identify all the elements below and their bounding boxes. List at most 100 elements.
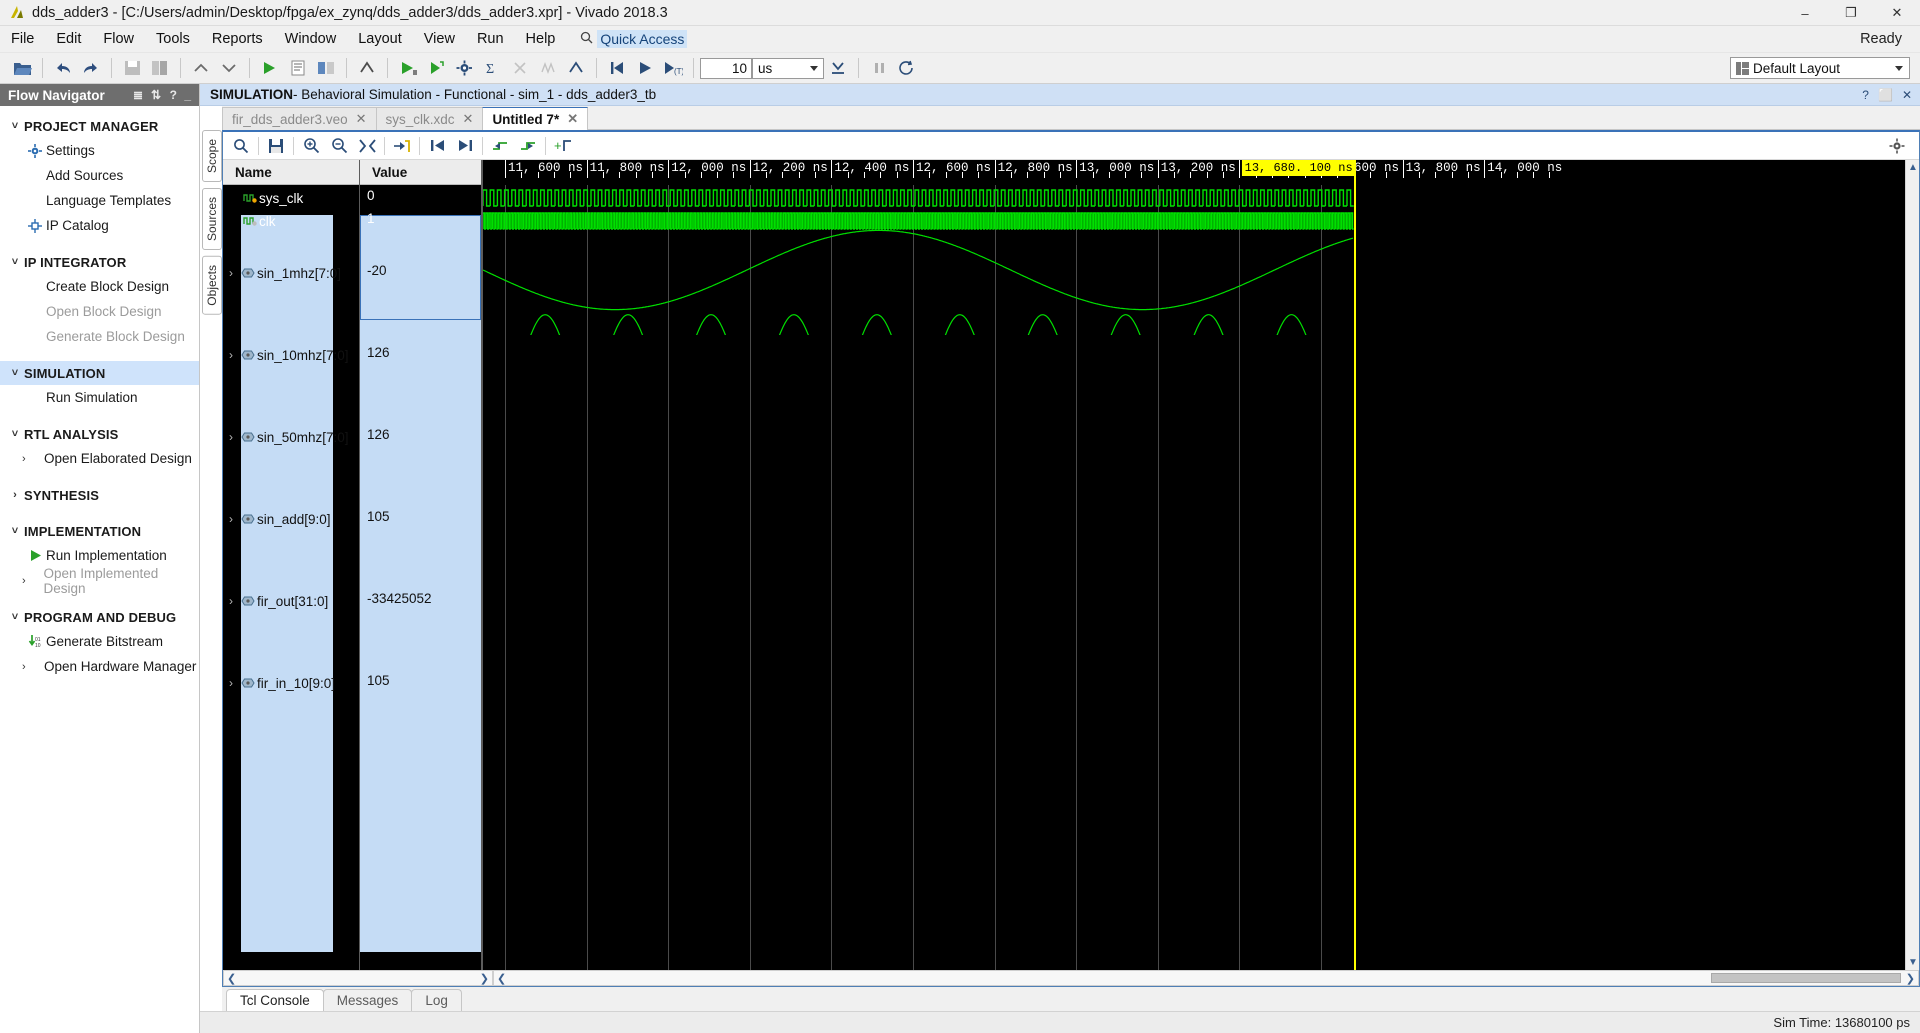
menu-tools[interactable]: Tools	[145, 28, 201, 50]
menu-file[interactable]: File	[0, 28, 45, 50]
previous-transition-icon[interactable]	[423, 133, 451, 159]
flownav-item-language-templates[interactable]: Language Templates	[0, 188, 199, 213]
menu-edit[interactable]: Edit	[45, 28, 92, 50]
file-tab-fir-dds-adder3-veo[interactable]: fir_dds_adder3.veo ✕	[222, 107, 377, 130]
restart-icon[interactable]	[562, 54, 590, 82]
close-icon[interactable]: ✕	[567, 111, 578, 127]
signal-row-sin_1mhz[interactable]: › sin_1mhz[7:0]	[223, 262, 359, 284]
flownav-item-generate-block-design[interactable]: Generate Block Design	[0, 324, 199, 349]
scroll-right-icon[interactable]: ❯	[1903, 972, 1918, 985]
dock-tab-scope[interactable]: Scope	[202, 130, 222, 183]
flownav-group-program-and-debug[interactable]: ˅ PROGRAM AND DEBUG	[0, 605, 199, 629]
sigma-icon[interactable]: Σ	[478, 54, 506, 82]
run-synthesis-icon[interactable]	[256, 54, 284, 82]
close-panel-icon[interactable]: ✕	[1902, 88, 1912, 102]
signal-row-sin_50mhz[interactable]: › sin_50mhz[7:0]	[223, 426, 359, 448]
help-icon[interactable]: ?	[1862, 88, 1869, 102]
waveform-x-icon[interactable]	[534, 54, 562, 82]
file-tab-untitled-7[interactable]: Untitled 7* ✕	[482, 107, 589, 130]
signal-row-sys_clk[interactable]: sys_clk	[223, 187, 359, 209]
chevron-right-icon[interactable]: ›	[223, 594, 239, 608]
tab-tcl-console[interactable]: Tcl Console	[226, 989, 324, 1011]
scroll-right-icon[interactable]: ❯	[477, 972, 492, 985]
flownav-group-rtl-analysis[interactable]: ˅ RTL ANALYSIS	[0, 422, 199, 446]
flownav-item-settings[interactable]: Settings	[0, 138, 199, 163]
step-back-icon[interactable]	[603, 54, 631, 82]
run-all-icon[interactable]	[631, 54, 659, 82]
search-icon[interactable]	[227, 133, 255, 159]
run-time-unit-select[interactable]: us	[752, 57, 824, 79]
run-simulation-icon[interactable]	[394, 54, 422, 82]
run-for-time-icon[interactable]: (T)	[659, 54, 687, 82]
restore-panel-icon[interactable]: ⬜	[1878, 88, 1893, 102]
goto-marker-icon[interactable]	[388, 133, 416, 159]
cursor-marker[interactable]	[1353, 160, 1356, 970]
flownav-item-open-elaborated-design[interactable]: › Open Elaborated Design	[0, 446, 199, 471]
waves-horizontal-scrollbar[interactable]: ❮ ❯	[493, 970, 1919, 986]
run-time-input[interactable]: 10	[700, 57, 752, 79]
scroll-left-icon[interactable]: ❮	[224, 972, 239, 985]
close-icon[interactable]: ✕	[356, 111, 367, 127]
close-icon[interactable]: ✕	[463, 111, 474, 127]
flownav-item-run-simulation[interactable]: Run Simulation	[0, 385, 199, 410]
collapse-all-icon[interactable]: ≣	[133, 88, 143, 102]
signal-row-clk[interactable]: clk	[223, 210, 359, 232]
flownav-group-ip-integrator[interactable]: ˅ IP INTEGRATOR	[0, 250, 199, 274]
zoom-out-icon[interactable]	[325, 133, 353, 159]
compare-icon[interactable]	[312, 54, 340, 82]
settings-gear-icon[interactable]	[450, 54, 478, 82]
tab-log[interactable]: Log	[411, 989, 462, 1011]
menu-reports[interactable]: Reports	[201, 28, 274, 50]
flownav-item-add-sources[interactable]: Add Sources	[0, 163, 199, 188]
redo-icon[interactable]	[77, 54, 105, 82]
minimize-button[interactable]: –	[1782, 0, 1828, 26]
add-marker-icon[interactable]: +	[549, 133, 577, 159]
flownav-item-create-block-design[interactable]: Create Block Design	[0, 274, 199, 299]
help-icon[interactable]: ?	[170, 88, 177, 102]
next-marker-icon[interactable]	[514, 133, 542, 159]
relaunch-simulation-icon[interactable]	[422, 54, 450, 82]
undo-icon[interactable]	[49, 54, 77, 82]
minimize-panel-icon[interactable]: _	[184, 88, 191, 102]
waveform-canvas[interactable]: 11, 600 ns 11, 800 ns 12, 000 ns 12, 200 ns…	[483, 160, 1905, 970]
menu-flow[interactable]: Flow	[92, 28, 145, 50]
elaborate-icon[interactable]	[353, 54, 381, 82]
dock-tab-sources[interactable]: Sources	[202, 188, 222, 251]
waveform-settings-gear-icon[interactable]	[1883, 133, 1911, 159]
scroll-left-icon[interactable]: ❮	[494, 972, 509, 985]
chevron-right-icon[interactable]: ›	[223, 676, 239, 690]
flownav-item-open-implemented-design[interactable]: › Open Implemented Design	[0, 566, 199, 596]
chevron-right-icon[interactable]: ›	[223, 348, 239, 362]
expand-collapse-icon[interactable]: ⇅	[151, 88, 161, 102]
pause-icon[interactable]	[865, 54, 893, 82]
waveform-vertical-scrollbar[interactable]: ▲ ▼	[1905, 160, 1919, 970]
flownav-item-generate-bitstream[interactable]: 01 10 Generate Bitstream	[0, 629, 199, 654]
menu-run[interactable]: Run	[466, 28, 515, 50]
step-icon[interactable]	[824, 54, 852, 82]
dock-tab-objects[interactable]: Objects	[202, 256, 222, 315]
close-button[interactable]: ✕	[1874, 0, 1920, 26]
time-ruler[interactable]: 11, 600 ns 11, 800 ns 12, 000 ns 12, 200 ns…	[483, 160, 1905, 185]
chevron-down-icon[interactable]	[215, 54, 243, 82]
maximize-button[interactable]: ❐	[1828, 0, 1874, 26]
open-project-icon[interactable]	[8, 54, 36, 82]
report-icon[interactable]	[284, 54, 312, 82]
signal-row-fir_in_10[interactable]: › fir_in_10[9:0]	[223, 672, 359, 694]
menu-window[interactable]: Window	[274, 28, 348, 50]
save-all-icon[interactable]	[146, 54, 174, 82]
chevron-up-icon[interactable]	[187, 54, 215, 82]
zoom-in-icon[interactable]	[297, 133, 325, 159]
flownav-item-open-block-design[interactable]: Open Block Design	[0, 299, 199, 324]
chevron-right-icon[interactable]: ›	[223, 266, 239, 280]
flownav-group-simulation[interactable]: ˅ SIMULATION	[0, 361, 199, 385]
previous-marker-icon[interactable]	[486, 133, 514, 159]
quick-access[interactable]: Quick Access	[580, 30, 688, 48]
xbar-icon[interactable]	[506, 54, 534, 82]
save-icon[interactable]	[118, 54, 146, 82]
menu-view[interactable]: View	[413, 28, 466, 50]
menu-layout[interactable]: Layout	[347, 28, 413, 50]
scroll-up-icon[interactable]: ▲	[1908, 162, 1918, 173]
scrollbar-thumb[interactable]	[1710, 973, 1901, 983]
save-waveform-icon[interactable]	[262, 133, 290, 159]
flownav-item-open-hardware-manager[interactable]: › Open Hardware Manager	[0, 654, 199, 679]
